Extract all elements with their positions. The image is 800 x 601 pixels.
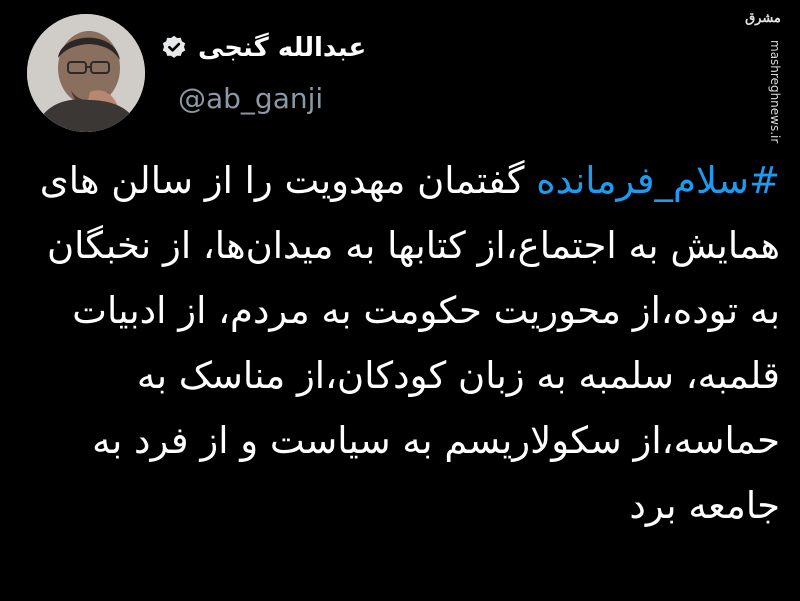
- watermark-url: mashreghnews.ir: [768, 40, 782, 144]
- tweet-body: گفتمان مهدویت را از سالن های همایش به اج…: [39, 159, 780, 527]
- display-name[interactable]: عبدالله گنجی: [198, 33, 366, 63]
- watermark: مشرق mashreghnews.ir: [744, 11, 782, 144]
- verified-badge-icon: [162, 35, 186, 58]
- tweet-text: #سلام_فرمانده گفتمان مهدویت را از سالن ه…: [32, 148, 780, 588]
- watermark-logo: مشرق: [745, 11, 781, 26]
- hashtag-link[interactable]: #سلام_فرمانده: [536, 159, 780, 202]
- profile-photo-icon: [27, 14, 145, 132]
- avatar[interactable]: [27, 14, 145, 132]
- display-name-row: عبدالله گنجی: [160, 28, 380, 68]
- username-handle[interactable]: @ab_ganji: [178, 82, 323, 115]
